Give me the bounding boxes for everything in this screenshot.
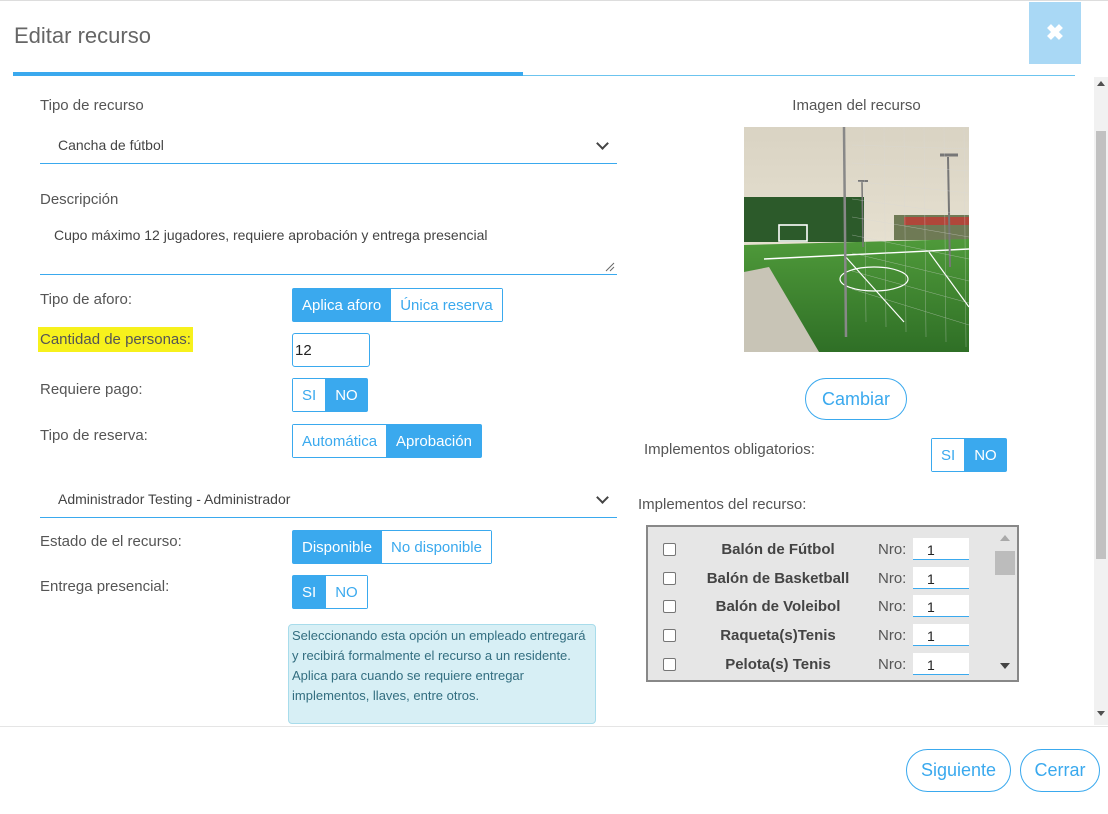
implement-name: Balón de Basketball [706,570,850,587]
people-quantity-input[interactable]: 12 [292,333,370,367]
soccer-field-photo [744,127,969,352]
scroll-thumb[interactable] [1096,131,1106,559]
chevron-down-icon [596,137,609,150]
option-payment-si[interactable]: SI [293,379,326,411]
capacity-type-label: Tipo de aforo: [40,291,132,308]
mandatory-implements-label: Implementos obligatorios: [644,441,815,458]
option-implements-no[interactable]: NO [964,439,1006,471]
list-item: Raqueta(s)Tenis Nro: 1 [648,622,993,651]
resource-status-label: Estado de el recurso: [40,533,182,550]
scroll-up-icon[interactable] [1097,81,1105,86]
in-person-delivery-toggle: SI NO [292,575,368,609]
step-progress-fill [13,72,523,76]
next-button[interactable]: Siguiente [906,749,1011,792]
reservation-type-label: Tipo de reserva: [40,427,148,444]
edit-resource-modal: Editar recurso ✖ Tipo de recurso Cancha … [0,0,1108,814]
mandatory-implements-toggle: SI NO [931,438,1007,472]
description-value: Cupo máximo 12 jugadores, requiere aprob… [54,227,488,243]
option-implements-si[interactable]: SI [932,439,965,471]
implement-checkbox[interactable] [663,543,676,556]
implement-checkbox[interactable] [663,629,676,642]
nro-label: Nro: [878,656,907,673]
implement-qty-input[interactable]: 1 [913,538,969,560]
change-image-button[interactable]: Cambiar [805,378,907,420]
modal-scrollbar[interactable] [1094,77,1108,725]
step-progress-bar [13,72,1075,76]
resource-type-label: Tipo de recurso [40,97,144,114]
scroll-down-icon[interactable] [1000,663,1010,669]
delivery-info-box: Seleccionando esta opción un empleado en… [288,624,596,724]
option-disponible[interactable]: Disponible [293,531,382,563]
close-button[interactable]: ✖ [1029,2,1081,64]
nro-label: Nro: [878,627,907,644]
option-automatica[interactable]: Automática [293,425,387,457]
modal-header: Editar recurso ✖ [0,1,1108,71]
people-quantity-label: Cantidad de personas: [38,327,193,352]
option-delivery-si[interactable]: SI [293,576,326,608]
option-unica-reserva[interactable]: Única reserva [390,289,502,321]
implement-name: Balón de Voleibol [715,598,841,615]
implement-checkbox[interactable] [663,572,676,585]
implement-name: Balón de Fútbol [721,541,835,558]
chevron-down-icon [596,491,609,504]
resource-status-toggle: Disponible No disponible [292,530,492,564]
option-no-disponible[interactable]: No disponible [381,531,491,563]
people-quantity-label-text: Cantidad de personas: [38,327,193,352]
implements-scrollbar[interactable] [994,527,1017,680]
option-payment-no[interactable]: NO [325,379,367,411]
description-textarea[interactable]: Cupo máximo 12 jugadores, requiere aprob… [40,217,617,275]
implement-checkbox[interactable] [663,600,676,613]
nro-label: Nro: [878,570,907,587]
list-item: Balón de Fútbol Nro: 1 [648,536,993,565]
scroll-thumb[interactable] [995,551,1015,575]
option-aprobacion[interactable]: Aprobación [386,425,481,457]
administrator-select[interactable]: Administrador Testing - Administrador [40,491,617,518]
reservation-type-toggle: Automática Aprobación [292,424,482,458]
close-x-icon: ✖ [1045,20,1065,45]
description-label: Descripción [40,191,119,208]
option-delivery-no[interactable]: NO [325,576,367,608]
implement-qty-input[interactable]: 1 [913,595,969,617]
option-aplica-aforo[interactable]: Aplica aforo [293,289,391,321]
requires-payment-label: Requiere pago: [40,381,143,398]
nro-label: Nro: [878,598,907,615]
capacity-type-toggle: Aplica aforo Única reserva [292,288,503,322]
implement-name: Pelota(s) Tenis [725,656,831,673]
implement-name: Raqueta(s)Tenis [720,627,836,644]
nro-label: Nro: [878,541,907,558]
requires-payment-toggle: SI NO [292,378,368,412]
close-footer-button[interactable]: Cerrar [1020,749,1100,792]
administrator-value: Administrador Testing - Administrador [58,491,291,507]
modal-body: Tipo de recurso Cancha de fútbol Descrip… [0,77,1094,725]
implement-qty-input[interactable]: 1 [913,567,969,589]
list-item: Pelota(s) Tenis Nro: 1 [648,651,993,680]
list-item: Balón de Voleibol Nro: 1 [648,593,993,622]
resource-implements-label: Implementos del recurso: [638,496,807,513]
modal-footer: Siguiente Cerrar [0,726,1108,814]
resource-type-value: Cancha de fútbol [58,137,164,153]
list-item: Balón de Basketball Nro: 1 [648,565,993,594]
implement-qty-input[interactable]: 1 [913,624,969,646]
scroll-up-icon[interactable] [1000,535,1010,541]
resource-type-select[interactable]: Cancha de fútbol [40,137,617,164]
implement-qty-input[interactable]: 1 [913,653,969,675]
resource-image-title: Imagen del recurso [792,97,921,114]
implements-list: Balón de Fútbol Nro: 1 Balón de Basketba… [646,525,1019,682]
modal-title: Editar recurso [14,23,151,48]
in-person-delivery-label: Entrega presencial: [40,578,170,595]
implement-checkbox[interactable] [663,658,676,671]
scroll-down-icon[interactable] [1097,711,1105,716]
resize-handle-icon[interactable] [605,262,615,272]
